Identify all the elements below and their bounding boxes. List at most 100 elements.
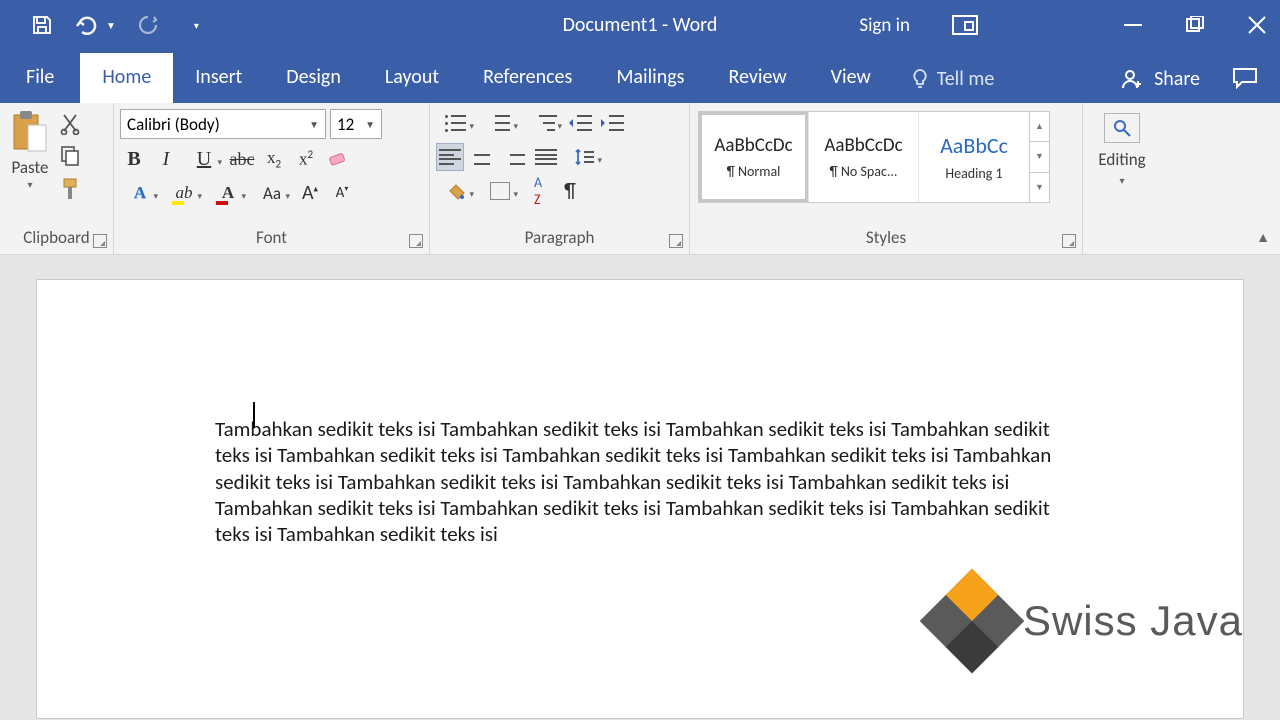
clear-formatting-button[interactable] [324, 145, 352, 173]
bucket-icon [446, 181, 466, 201]
highlight-button[interactable]: ab [164, 179, 204, 207]
change-case-icon: Aa [263, 183, 281, 204]
comments-button[interactable] [1218, 55, 1280, 103]
undo-dropdown[interactable]: ▼ [106, 19, 116, 32]
maximize-button[interactable] [1186, 16, 1204, 34]
redo-button[interactable] [134, 11, 162, 39]
numbering-button[interactable] [480, 109, 520, 137]
sort-icon: AZ [534, 174, 542, 208]
increase-indent-button[interactable] [600, 109, 628, 137]
superscript-icon: x2 [299, 148, 313, 170]
cut-button[interactable] [60, 113, 80, 135]
tab-references[interactable]: References [461, 53, 594, 103]
outdent-icon [571, 114, 593, 132]
strikethrough-button[interactable]: abc [228, 145, 256, 173]
shrink-font-button[interactable]: A▾ [328, 179, 356, 207]
styles-launcher[interactable] [1062, 234, 1076, 248]
font-name-combo[interactable]: Calibri (Body)▼ [120, 109, 326, 139]
copy-button[interactable] [60, 145, 80, 167]
watermark: Swiss Java [935, 584, 1243, 658]
share-button[interactable]: Share [1102, 55, 1218, 103]
grow-font-button[interactable]: A▴ [296, 179, 324, 207]
italic-icon: I [163, 148, 170, 171]
minimize-button[interactable] [1124, 16, 1142, 34]
styles-scroll-down[interactable]: ▼ [1030, 142, 1049, 172]
underline-button[interactable]: U [184, 145, 224, 173]
body-text[interactable]: Tambahkan sedikit teks isi Tambahkan sed… [215, 416, 1075, 547]
superscript-button[interactable]: x2 [292, 145, 320, 173]
styles-expand[interactable]: ▼ [1030, 173, 1049, 202]
styles-scroll-up[interactable]: ▲ [1030, 112, 1049, 142]
sign-in-button[interactable]: Sign in [859, 14, 910, 37]
qat-customize-dropdown[interactable]: ▾ [194, 19, 199, 32]
change-case-button[interactable]: Aa [252, 179, 292, 207]
editing-dropdown[interactable]: ▾ [1119, 174, 1124, 187]
group-styles: AaBbCcDc ¶ Normal AaBbCcDc ¶ No Spac... … [690, 103, 1083, 254]
document-page[interactable]: Tambahkan sedikit teks isi Tambahkan sed… [36, 279, 1244, 719]
tab-design[interactable]: Design [264, 53, 363, 103]
collapse-ribbon-button[interactable]: ▲ [1256, 229, 1270, 246]
undo-button[interactable] [74, 11, 102, 39]
font-color-icon: A [222, 183, 234, 203]
document-title: Document1 - Word [563, 13, 718, 37]
group-paragraph: AZ ¶ Paragraph [430, 103, 690, 254]
find-button[interactable] [1104, 113, 1140, 143]
highlight-icon: ab [176, 183, 193, 203]
display-options-button[interactable] [952, 15, 978, 35]
paste-button[interactable]: Paste ▾ [6, 109, 54, 191]
justify-icon [535, 149, 557, 165]
justify-button[interactable] [532, 143, 560, 171]
tell-me-search[interactable]: Tell me [893, 55, 1013, 103]
borders-button[interactable] [480, 177, 520, 205]
grow-font-icon: A▴ [302, 181, 318, 205]
multilevel-icon [533, 114, 555, 132]
font-launcher[interactable] [409, 234, 423, 248]
line-spacing-button[interactable] [564, 143, 604, 171]
group-label-styles: Styles [690, 223, 1082, 254]
align-center-button[interactable] [468, 143, 496, 171]
share-person-icon [1120, 67, 1144, 91]
tab-mailings[interactable]: Mailings [594, 53, 706, 103]
tab-review[interactable]: Review [707, 53, 809, 103]
style-no-spacing[interactable]: AaBbCcDc ¶ No Spac... [809, 112, 919, 202]
tab-file[interactable]: File [0, 53, 80, 103]
italic-button[interactable]: I [152, 145, 180, 173]
tab-insert[interactable]: Insert [173, 53, 264, 103]
font-color-button[interactable]: A [208, 179, 248, 207]
eraser-icon [326, 148, 350, 170]
decrease-indent-button[interactable] [568, 109, 596, 137]
close-button[interactable] [1248, 16, 1266, 34]
align-left-icon [439, 149, 461, 165]
text-effects-button[interactable]: A [120, 179, 160, 207]
subscript-icon: x2 [267, 148, 281, 170]
bullets-icon [445, 114, 467, 132]
align-right-icon [503, 149, 525, 165]
multilevel-list-button[interactable] [524, 109, 564, 137]
align-right-button[interactable] [500, 143, 528, 171]
style-heading1[interactable]: AaBbCc Heading 1 [919, 112, 1029, 202]
clipboard-launcher[interactable] [93, 234, 107, 248]
bullets-button[interactable] [436, 109, 476, 137]
tab-home[interactable]: Home [80, 53, 173, 103]
group-label-paragraph: Paragraph [430, 223, 689, 254]
shading-button[interactable] [436, 177, 476, 205]
font-size-combo[interactable]: 12▼ [330, 109, 382, 139]
align-left-button[interactable] [436, 143, 464, 171]
paragraph-launcher[interactable] [669, 234, 683, 248]
borders-icon [490, 182, 510, 200]
line-spacing-icon [574, 148, 594, 166]
tab-layout[interactable]: Layout [363, 53, 461, 103]
title-bar: ▼ ▾ Document1 - Word Sign in [0, 0, 1280, 50]
format-painter-button[interactable] [60, 177, 80, 201]
styles-gallery: AaBbCcDc ¶ Normal AaBbCcDc ¶ No Spac... … [698, 111, 1050, 203]
numbering-icon [489, 114, 511, 132]
ribbon: Paste ▾ Clipboard Calibri (Body)▼ 12▼ B … [0, 103, 1280, 255]
tab-view[interactable]: View [809, 53, 893, 103]
style-normal[interactable]: AaBbCcDc ¶ Normal [699, 112, 809, 202]
watermark-text: Swiss Java [1023, 597, 1243, 645]
subscript-button[interactable]: x2 [260, 145, 288, 173]
show-marks-button[interactable]: ¶ [556, 177, 584, 205]
sort-button[interactable]: AZ [524, 177, 552, 205]
bold-button[interactable]: B [120, 145, 148, 173]
save-button[interactable] [28, 11, 56, 39]
